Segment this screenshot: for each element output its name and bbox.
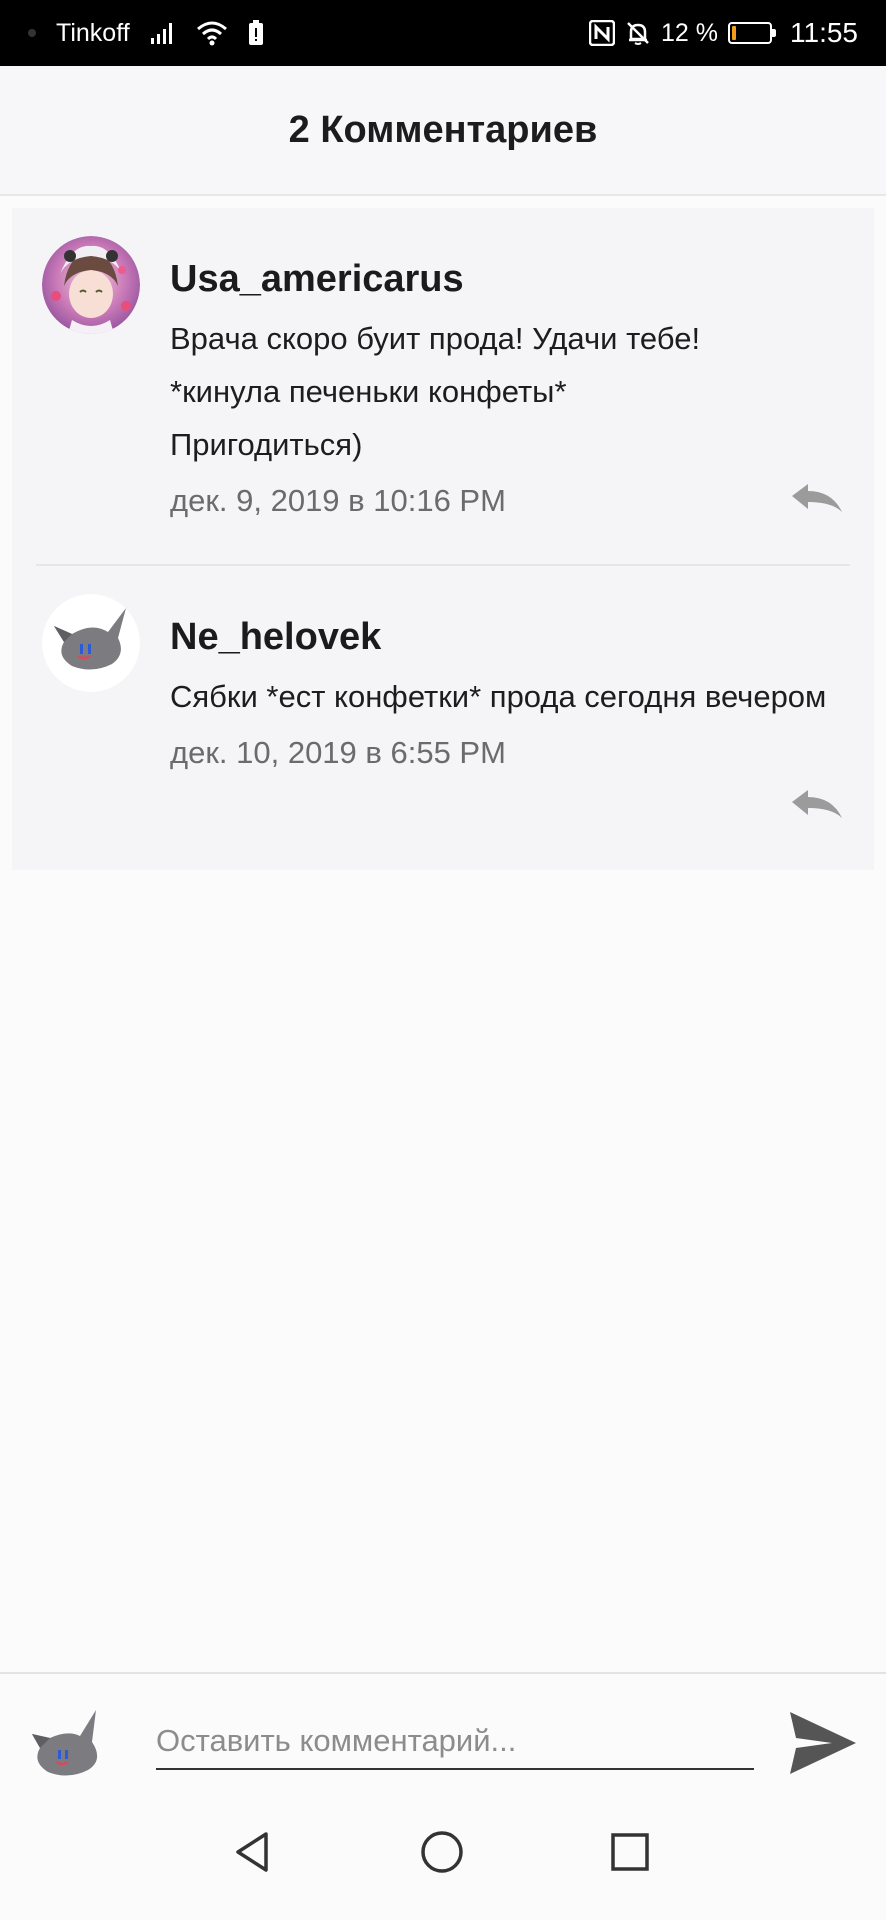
nav-home-button[interactable] xyxy=(412,1822,472,1882)
status-right: 12 % 11:55 xyxy=(589,17,858,49)
status-left: Tinkoff xyxy=(28,19,264,48)
send-button[interactable] xyxy=(788,1710,858,1776)
nfc-icon xyxy=(589,20,616,46)
comment-item: Ne_helovek Сябки *ест конфетки* прода се… xyxy=(12,564,874,870)
battery-icon xyxy=(728,22,776,44)
comment-input[interactable] xyxy=(156,1714,754,1770)
wifi-icon xyxy=(196,20,228,46)
comment-body: Ne_helovek Сябки *ест конфетки* прода се… xyxy=(170,564,844,773)
comment-text: Врача скоро буит прода! Удачи тебе! *кин… xyxy=(170,321,701,462)
comment-body: Usa_americarus Врача скоро буит прода! У… xyxy=(170,208,844,521)
battery-percent: 12 % xyxy=(661,18,718,47)
nav-recent-icon xyxy=(611,1833,649,1871)
nav-home-icon xyxy=(421,1831,463,1873)
page-title: 2 Комментариев xyxy=(288,108,598,151)
camera-dot xyxy=(28,29,36,37)
notification-icon xyxy=(248,20,264,46)
comment-list: Usa_americarus Врача скоро буит прода! У… xyxy=(12,208,874,870)
system-nav-bar xyxy=(0,1792,886,1920)
reply-icon[interactable] xyxy=(790,482,844,521)
comment-text: Сябки *ест конфетки* прода сегодня вечер… xyxy=(170,679,827,714)
send-icon xyxy=(790,1712,856,1774)
bell-off-icon xyxy=(625,20,651,46)
header: 2 Комментариев xyxy=(0,66,886,196)
comment-composer xyxy=(0,1672,886,1792)
comment-item: Usa_americarus Врача скоро буит прода! У… xyxy=(12,208,874,564)
carrier-name: Tinkoff xyxy=(56,18,130,47)
avatar[interactable] xyxy=(42,236,140,334)
user-avatar xyxy=(28,1704,108,1784)
signal-icon xyxy=(150,21,176,45)
nav-back-icon xyxy=(236,1832,268,1872)
comment-author[interactable]: Ne_helovek xyxy=(170,612,844,662)
nav-recent-button[interactable] xyxy=(600,1822,660,1882)
battery-fill xyxy=(732,26,736,40)
comment-date: дек. 10, 2019 в 6:55 PM xyxy=(170,735,506,770)
comment-author[interactable]: Usa_americarus xyxy=(170,254,844,304)
comment-date: дек. 9, 2019 в 10:16 PM xyxy=(170,483,506,518)
status-bar: Tinkoff 12 % 11:55 xyxy=(0,0,886,66)
reply-icon[interactable] xyxy=(790,788,844,827)
clock: 11:55 xyxy=(790,17,858,48)
nav-back-button[interactable] xyxy=(224,1822,284,1882)
avatar[interactable] xyxy=(42,594,140,692)
